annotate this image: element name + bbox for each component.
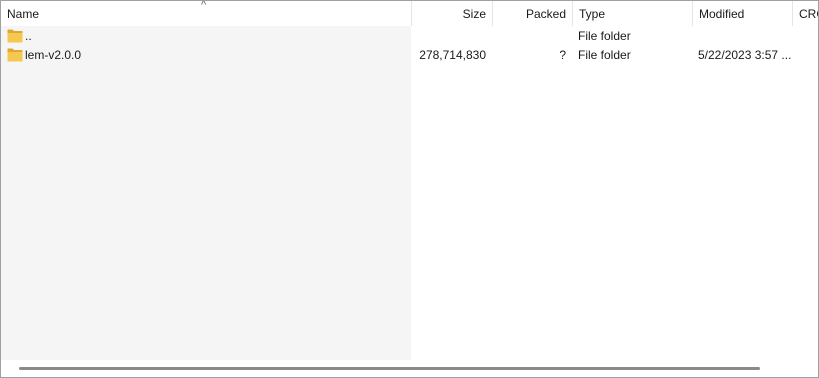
file-name: .. xyxy=(25,29,32,43)
column-header-crc[interactable]: CRC xyxy=(793,1,818,26)
type-cell: File folder xyxy=(578,48,631,62)
column-header-crc-label: CRC xyxy=(799,7,818,21)
column-header-size[interactable]: Size xyxy=(412,1,492,26)
column-header-size-label: Size xyxy=(462,7,486,21)
sort-ascending-icon: ^ xyxy=(201,0,207,11)
size-cell: 278,714,830 xyxy=(419,48,486,62)
modified-cell: 5/22/2023 3:57 ... xyxy=(698,48,792,62)
file-list-view: Name ^ Size Packed Type Modified CRC xyxy=(0,0,819,378)
column-header-name-label: Name xyxy=(7,7,40,21)
folder-icon xyxy=(7,48,23,62)
size-cell xyxy=(412,27,492,46)
column-header-type-label: Type xyxy=(579,7,606,21)
column-header-packed-label: Packed xyxy=(525,7,566,21)
name-cell: lem-v2.0.0 xyxy=(1,46,411,65)
column-header-modified[interactable]: Modified xyxy=(693,1,792,26)
column-header-bar: Name ^ Size Packed Type Modified CRC xyxy=(1,1,818,26)
column-header-modified-label: Modified xyxy=(699,7,745,21)
scrollbar-thumb[interactable] xyxy=(19,367,760,370)
name-column-background xyxy=(1,26,411,360)
modified-cell xyxy=(698,27,792,46)
horizontal-scrollbar[interactable] xyxy=(1,360,818,377)
column-header-packed[interactable]: Packed xyxy=(493,1,572,26)
list-item-folder[interactable]: lem-v2.0.0 278,714,830 ? File folder 5/2… xyxy=(1,46,818,65)
type-cell: File folder xyxy=(578,29,631,43)
name-cell: .. xyxy=(1,27,411,46)
packed-cell: ? xyxy=(559,48,566,62)
column-header-type[interactable]: Type xyxy=(573,1,692,26)
packed-cell xyxy=(493,27,572,46)
folder-icon xyxy=(7,29,23,43)
list-item-parent-folder[interactable]: .. File folder xyxy=(1,27,818,46)
file-name: lem-v2.0.0 xyxy=(25,48,82,62)
